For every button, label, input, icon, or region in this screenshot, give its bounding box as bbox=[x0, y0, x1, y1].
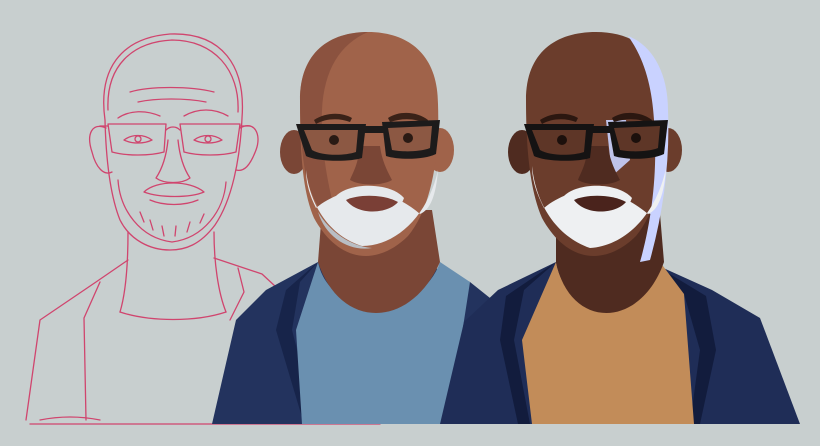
sketch-glasses-right-lens bbox=[179, 123, 241, 156]
sketch-glasses-left-lens bbox=[107, 123, 167, 156]
shaded-final-portrait bbox=[440, 32, 800, 424]
sketch-head-outline bbox=[103, 33, 244, 251]
sketch-nose bbox=[155, 139, 191, 184]
sketch-glasses-bridge bbox=[165, 126, 181, 131]
portrait-progression-artwork bbox=[25, 32, 800, 425]
sketch-left-ear bbox=[89, 125, 113, 174]
sketch-right-brow bbox=[183, 109, 229, 117]
sketch-mouth bbox=[149, 199, 199, 206]
sketch-mustache bbox=[143, 182, 205, 198]
sketch-neck-right bbox=[213, 231, 227, 313]
illustration-canvas bbox=[0, 0, 820, 446]
sketch-left-brow bbox=[117, 111, 161, 119]
sketch-beard bbox=[117, 179, 227, 243]
sketch-head-outline-alt bbox=[107, 39, 239, 113]
sketch-neck-left bbox=[119, 231, 129, 313]
sketch-shirt-collar bbox=[119, 311, 227, 321]
sketch-jacket-left bbox=[25, 259, 129, 421]
